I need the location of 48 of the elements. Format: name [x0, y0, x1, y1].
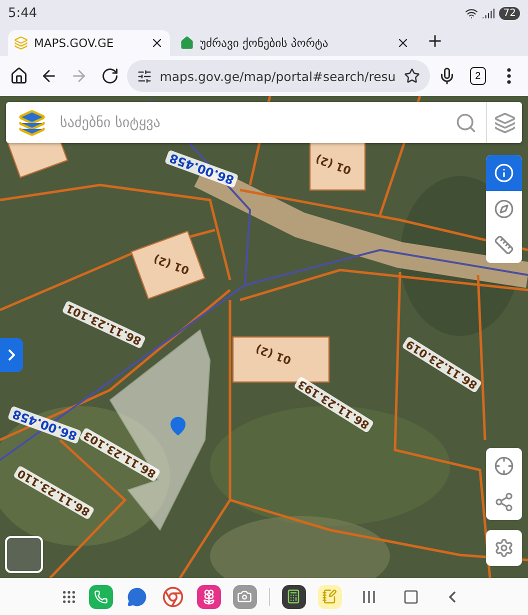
recents-icon — [362, 590, 376, 604]
expand-panel-button[interactable] — [0, 338, 23, 372]
plus-icon — [426, 32, 444, 50]
layers-icon — [494, 112, 516, 134]
crosshair-icon — [494, 456, 514, 476]
signal-icon — [482, 6, 496, 20]
site-settings-icon[interactable] — [136, 68, 152, 84]
browser-app-icon[interactable] — [160, 584, 184, 608]
address-field[interactable]: maps.gov.ge/map/portal#search/resu — [126, 60, 430, 92]
info-icon — [494, 163, 514, 183]
url-text: maps.gov.ge/map/portal#search/resu — [160, 68, 396, 84]
ruler-icon — [494, 235, 514, 255]
site-logo-icon — [14, 36, 28, 50]
battery-level: 72 — [499, 6, 520, 20]
settings-icon — [494, 538, 514, 558]
tab-title: MAPS.GOV.GE — [34, 36, 115, 50]
house-icon — [180, 36, 194, 50]
logo-icon — [18, 108, 46, 136]
building-label: 01 (2) — [150, 251, 192, 278]
back-chevron-icon — [449, 590, 456, 602]
browser-tab[interactable]: MAPS.GOV.GE — [8, 30, 170, 56]
home-square-icon — [402, 588, 418, 604]
search-field[interactable]: საძებნი სიტყვა — [58, 114, 446, 132]
camera-app-icon[interactable] — [232, 584, 256, 608]
calculator-app-icon[interactable] — [282, 584, 306, 608]
phone-app-icon[interactable] — [88, 584, 112, 608]
building-label: 01 (2) — [252, 341, 294, 368]
building-label: 01 (2) — [312, 151, 354, 178]
menu-icon — [506, 68, 511, 84]
search-bar[interactable]: საძებნი სიტყვა — [6, 102, 522, 143]
info-tool-button[interactable] — [486, 155, 522, 191]
wifi-icon — [465, 6, 478, 20]
app-drawer-icon[interactable] — [60, 588, 76, 604]
home-icon — [10, 67, 28, 85]
close-icon[interactable] — [150, 36, 164, 50]
close-icon[interactable] — [396, 36, 410, 50]
chevron-right-icon — [8, 349, 15, 361]
bookmark-icon[interactable] — [404, 68, 420, 84]
tab-title: უძრავი ქონების პორტა — [200, 36, 330, 50]
compass-icon — [494, 199, 514, 219]
basemap-thumbnail[interactable] — [5, 536, 43, 573]
status-time: 5:44 — [8, 6, 38, 20]
browser-tab[interactable]: უძრავი ქონების პორტა — [174, 30, 416, 56]
gallery-app-icon[interactable] — [196, 584, 220, 608]
tab-count-button[interactable]: 2 — [470, 67, 486, 85]
search-icon — [455, 112, 477, 134]
reload-icon — [100, 67, 119, 85]
share-icon — [494, 492, 514, 512]
